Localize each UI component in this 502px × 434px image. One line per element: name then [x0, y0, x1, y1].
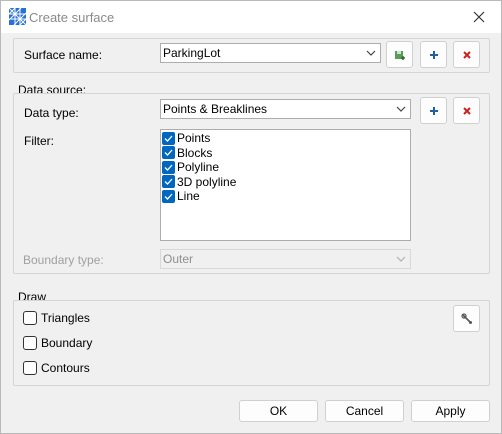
filter-item-line[interactable]: Line — [161, 189, 410, 204]
title-bar: Create surface — [1, 1, 501, 33]
delete-surface-button[interactable] — [453, 41, 480, 68]
checkbox-unchecked-icon[interactable] — [23, 311, 37, 325]
checkbox-unchecked-icon[interactable] — [23, 336, 37, 350]
boundary-label: Boundary — [41, 336, 93, 350]
filter-item-label: Line — [177, 189, 200, 204]
filter-item-blocks[interactable]: Blocks — [161, 146, 410, 161]
checkbox-checked-icon[interactable] — [162, 146, 175, 160]
surface-name-label: Surface name: — [24, 48, 103, 62]
filter-item-label: 3D polyline — [177, 174, 237, 189]
filter-item-label: Blocks — [177, 145, 213, 160]
draw-settings-button[interactable] — [453, 305, 480, 332]
contours-label: Contours — [41, 361, 90, 375]
delete-x-icon — [462, 106, 471, 115]
filter-item-label: Polyline — [177, 160, 220, 175]
chevron-down-icon — [366, 50, 376, 56]
delete-data-type-button[interactable] — [453, 97, 480, 124]
checkbox-checked-icon[interactable] — [162, 131, 175, 145]
boundary-option[interactable]: Boundary — [23, 336, 92, 350]
data-type-combo[interactable]: Points & Breaklines — [160, 99, 411, 119]
plus-icon — [429, 106, 438, 115]
surface-name-combo[interactable]: ParkingLot — [160, 43, 381, 63]
checkbox-checked-icon[interactable] — [162, 175, 175, 189]
close-window-button[interactable] — [459, 1, 499, 33]
save-surface-icon — [394, 50, 405, 60]
checkbox-checked-icon[interactable] — [162, 189, 175, 203]
apply-button[interactable]: Apply — [411, 400, 490, 422]
settings-wrench-icon — [460, 312, 472, 324]
filter-listbox[interactable]: Points Blocks Polyline 3D polyline Line — [160, 129, 411, 241]
filter-item-polyline[interactable]: Polyline — [161, 160, 410, 175]
data-type-value: Points & Breaklines — [163, 102, 268, 116]
contours-option[interactable]: Contours — [23, 361, 90, 375]
ok-button[interactable]: OK — [239, 400, 318, 422]
boundary-type-combo[interactable]: Outer — [160, 249, 411, 269]
window-title: Create surface — [29, 10, 115, 25]
add-data-type-button[interactable] — [420, 97, 447, 124]
data-type-label: Data type: — [24, 106, 79, 120]
surface-mesh-icon — [9, 8, 26, 25]
filter-label: Filter: — [24, 134, 54, 148]
triangles-label: Triangles — [41, 311, 90, 325]
chevron-down-icon — [396, 256, 406, 262]
triangles-option[interactable]: Triangles — [23, 311, 90, 325]
plus-icon — [429, 50, 438, 59]
cancel-button[interactable]: Cancel — [325, 400, 404, 422]
boundary-type-label: Boundary type: — [23, 253, 104, 267]
filter-item-label: Points — [177, 131, 211, 146]
close-icon — [473, 11, 485, 23]
delete-x-icon — [462, 50, 471, 59]
surface-name-value: ParkingLot — [163, 46, 221, 60]
checkbox-unchecked-icon[interactable] — [23, 361, 37, 375]
filter-item-points[interactable]: Points — [161, 131, 410, 146]
chevron-down-icon — [396, 106, 406, 112]
save-surface-button[interactable] — [386, 41, 413, 68]
add-surface-button[interactable] — [420, 41, 447, 68]
filter-item-3d-polyline[interactable]: 3D polyline — [161, 175, 410, 190]
boundary-type-value: Outer — [163, 252, 194, 266]
checkbox-checked-icon[interactable] — [162, 160, 175, 174]
create-surface-dialog: Create surface Surface name: ParkingLot … — [0, 0, 502, 434]
